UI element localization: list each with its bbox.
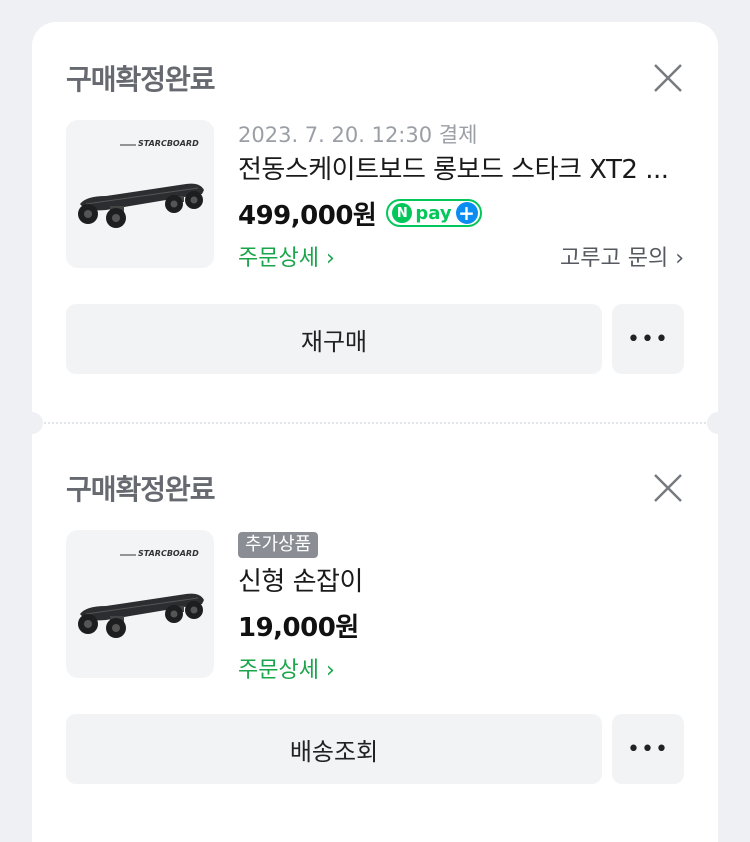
npay-plus-badge: N pay + xyxy=(386,199,482,227)
additional-item-badge: 추가상품 xyxy=(238,532,319,558)
chevron-right-icon: › xyxy=(675,246,684,271)
order-list-card: 구매확정완료 STARCBOARD 2023. 7. 20. 12:30 결제 … xyxy=(21,22,729,842)
order-detail-link[interactable]: 주문상세 › xyxy=(238,652,335,684)
npay-label: pay xyxy=(415,202,452,224)
npay-plus-icon: + xyxy=(455,202,478,224)
skateboard-image: STARCBOARD xyxy=(78,139,204,228)
npay-n-icon: N xyxy=(392,203,413,223)
product-title[interactable]: 전동스케이트보드 롱보드 스타크 XT2 ... xyxy=(238,150,688,190)
payment-date: 2023. 7. 20. 12:30 결제 xyxy=(238,123,478,147)
close-icon[interactable] xyxy=(652,62,684,94)
order-detail-link[interactable]: 주문상세 › xyxy=(238,240,335,272)
product-thumbnail[interactable]: STARCBOARD xyxy=(66,530,214,678)
product-price: 19,000원 xyxy=(238,612,359,643)
product-price: 499,000원 xyxy=(238,200,377,231)
product-title[interactable]: 신형 손잡이 xyxy=(238,562,688,602)
order-status: 구매확정완료 xyxy=(66,63,216,96)
brand-logo: STARCBOARD xyxy=(138,139,199,148)
order-status: 구매확정완료 xyxy=(66,473,216,506)
link-row: 주문상세 › xyxy=(238,648,684,688)
order-item: 구매확정완료 STARCBOARD xyxy=(32,22,718,422)
more-options-button[interactable]: ••• xyxy=(612,714,684,784)
section-divider xyxy=(32,422,718,424)
price-row: 19,000원 xyxy=(238,602,688,648)
chevron-right-icon: › xyxy=(325,246,335,271)
divider-notch-left xyxy=(21,412,43,434)
more-options-button[interactable]: ••• xyxy=(612,304,684,374)
price-row: 499,000원 N pay + xyxy=(238,190,688,236)
brand-logo: STARCBOARD xyxy=(138,549,199,558)
order-info: 2023. 7. 20. 12:30 결제 전동스케이트보드 롱보드 스타크 X… xyxy=(238,120,688,276)
track-delivery-button[interactable]: 배송조회 xyxy=(66,714,602,784)
skateboard-image: STARCBOARD xyxy=(78,549,204,638)
order-item: 구매확정완료 STARCBOARD xyxy=(32,432,718,842)
chevron-right-icon: › xyxy=(325,658,335,683)
repurchase-button[interactable]: 재구매 xyxy=(66,304,602,374)
link-row: 주문상세 › 고루고 문의 › xyxy=(238,236,684,276)
divider-notch-right xyxy=(707,412,729,434)
close-icon[interactable] xyxy=(652,472,684,504)
seller-inquiry-link[interactable]: 고루고 문의 › xyxy=(560,240,684,272)
order-info: 추가상품 신형 손잡이 19,000원 주문상세 › xyxy=(238,530,688,688)
product-thumbnail[interactable]: STARCBOARD xyxy=(66,120,214,268)
